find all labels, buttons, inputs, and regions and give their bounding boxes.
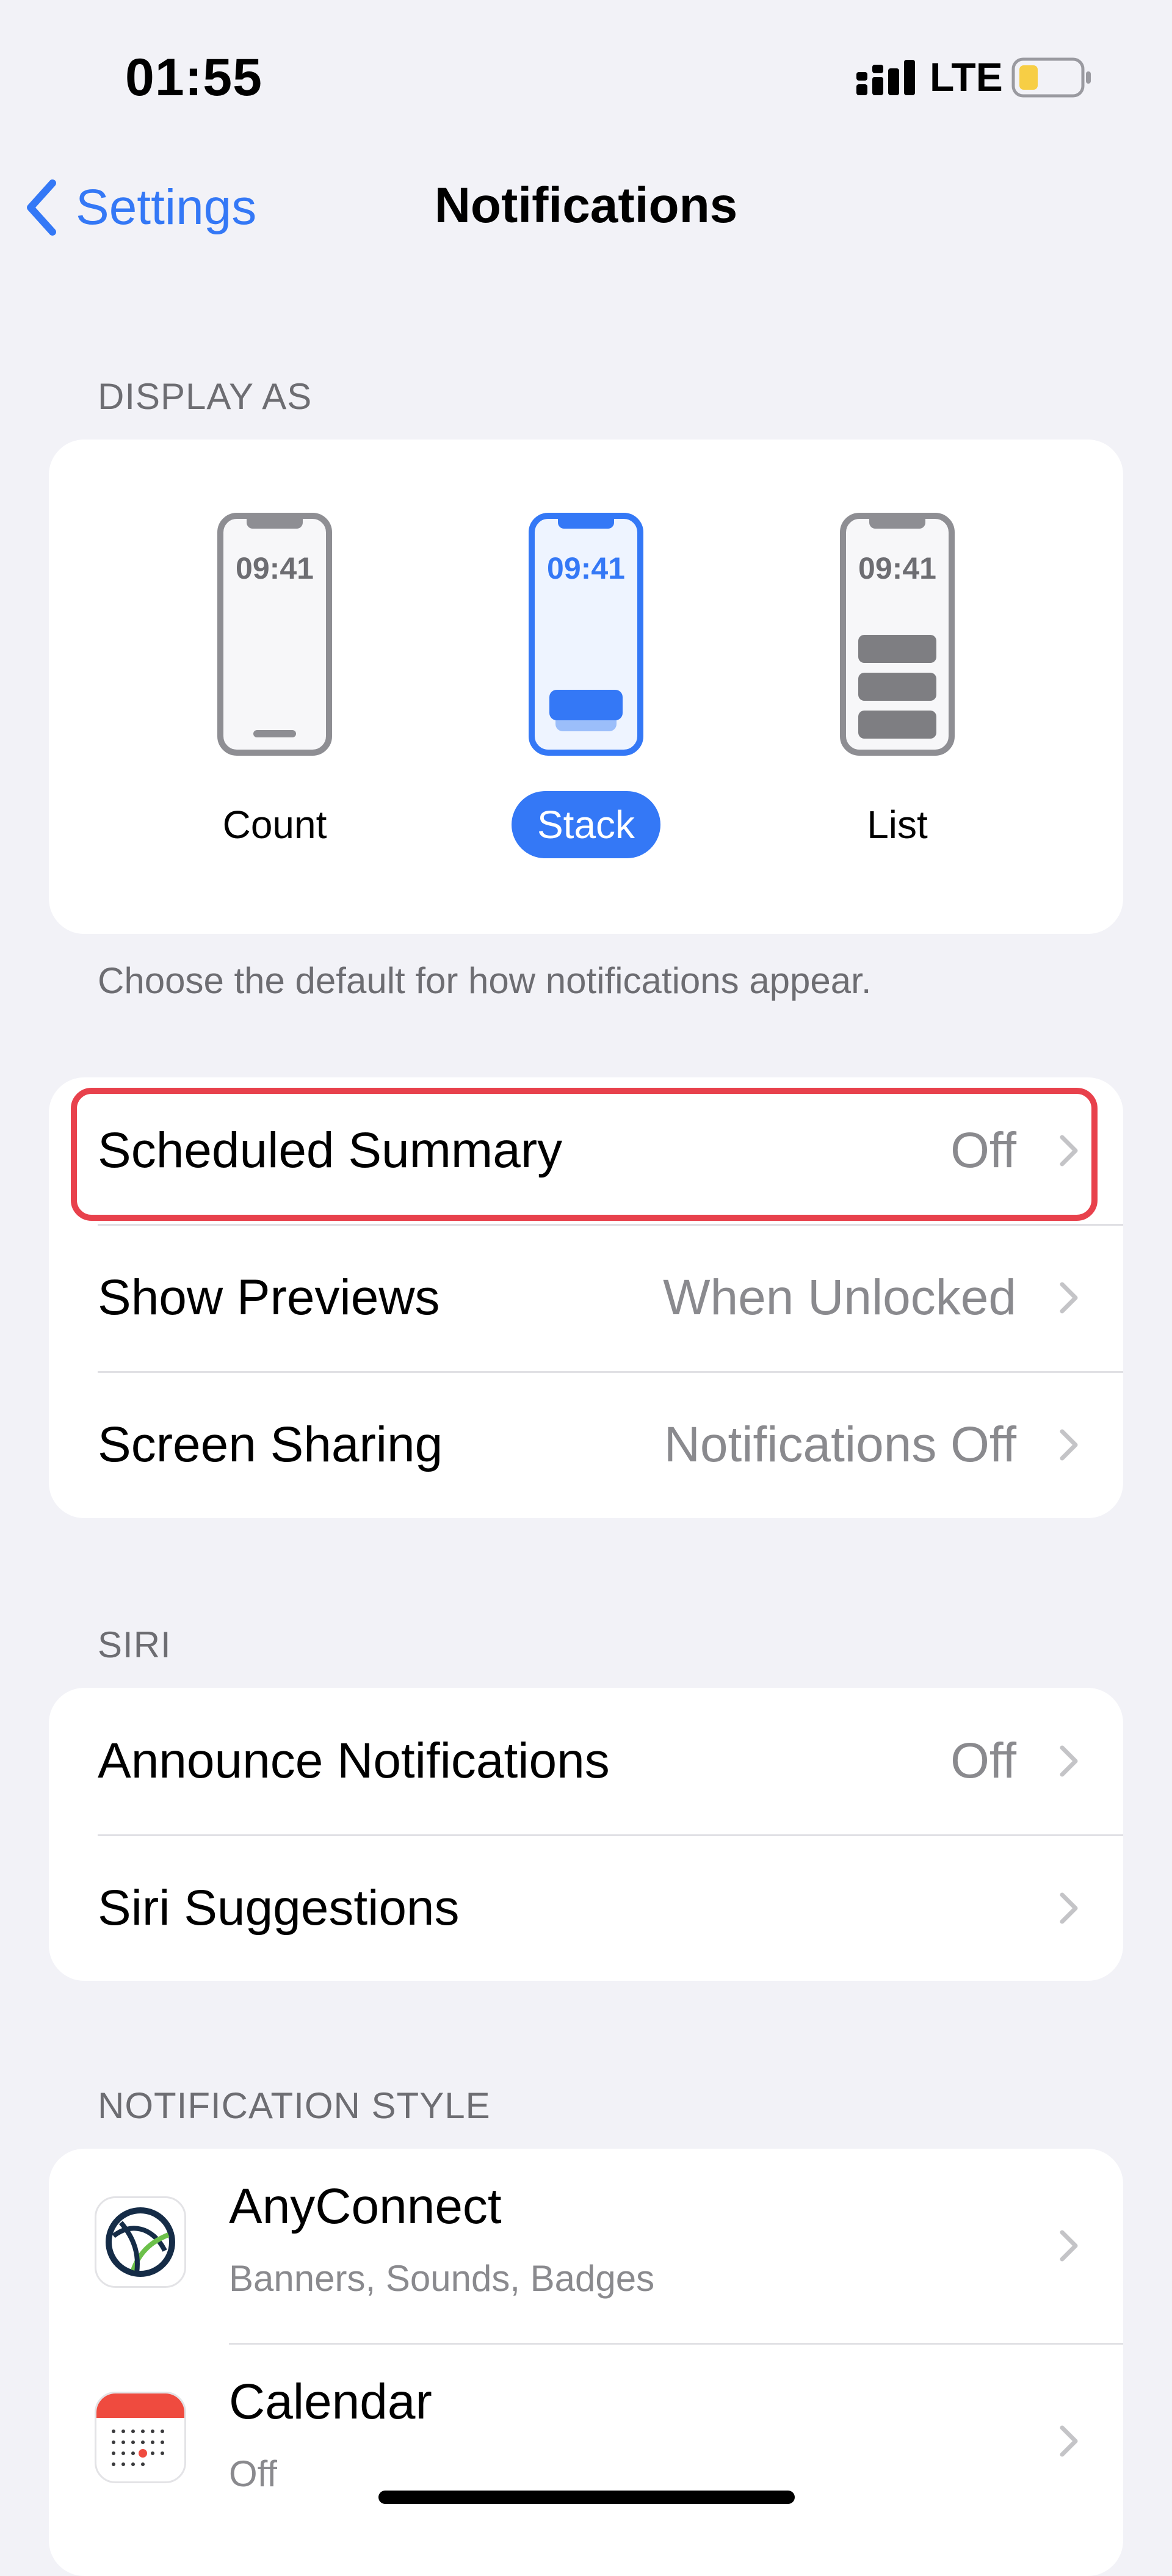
show-previews-row[interactable]: Show Previews When Unlocked	[49, 1225, 1123, 1371]
network-type: LTE	[930, 54, 1003, 99]
screen-sharing-row[interactable]: Screen Sharing Notifications Off	[49, 1372, 1123, 1518]
chevron-right-icon	[1060, 1745, 1078, 1777]
display-option-label: Stack	[511, 791, 661, 858]
app-detail: Banners, Sounds, Badges	[229, 2258, 655, 2299]
app-name: AnyConnect	[229, 2179, 502, 2234]
row-value: When Unlocked	[663, 1270, 1016, 1325]
chevron-right-icon	[1060, 2425, 1078, 2457]
row-value: Off	[950, 1733, 1016, 1789]
list-preview-icon: 09:41	[840, 513, 955, 756]
app-detail: Off	[229, 2453, 277, 2494]
row-label: Announce Notifications	[98, 1733, 610, 1789]
row-value: Notifications Off	[664, 1417, 1016, 1472]
stack-preview-icon: 09:41	[529, 513, 643, 756]
display-as-footer: Choose the default for how notifications…	[98, 960, 872, 1001]
siri-suggestions-row[interactable]: Siri Suggestions	[49, 1835, 1123, 1981]
battery-icon	[1011, 57, 1091, 98]
chevron-right-icon	[1060, 1282, 1078, 1314]
announce-notifications-row[interactable]: Announce Notifications Off	[49, 1688, 1123, 1834]
siri-card: Announce Notifications Off Siri Suggesti…	[49, 1688, 1123, 1981]
display-option-count[interactable]: 09:41 Count	[140, 513, 409, 858]
row-label: Screen Sharing	[98, 1417, 443, 1472]
app-row-anyconnect[interactable]: AnyConnect Banners, Sounds, Badges	[49, 2149, 1123, 2343]
status-time: 01:55	[125, 48, 262, 107]
section-header-notification-style: NOTIFICATION STYLE	[98, 2085, 491, 2126]
display-option-label: List	[867, 803, 928, 847]
highlight-box	[71, 1088, 1098, 1221]
chevron-right-icon	[1060, 1429, 1078, 1461]
display-option-list[interactable]: 09:41 List	[763, 513, 1032, 858]
row-label: Siri Suggestions	[98, 1880, 460, 1936]
chevron-right-icon	[1060, 2230, 1078, 2262]
display-as-card: 09:41 Count 09:41 Stack 09:41 List	[49, 440, 1123, 934]
page-title: Notifications	[434, 178, 738, 233]
section-header-display-as: DISPLAY AS	[98, 376, 313, 417]
anyconnect-icon	[95, 2196, 186, 2288]
row-label: Show Previews	[98, 1270, 440, 1325]
notification-style-card: AnyConnect Banners, Sounds, Badges Calen…	[49, 2149, 1123, 2576]
calendar-icon	[95, 2392, 186, 2483]
home-indicator[interactable]	[378, 2491, 795, 2504]
display-option-label: Count	[222, 803, 327, 847]
app-name: Calendar	[229, 2374, 432, 2429]
section-header-siri: SIRI	[98, 1624, 172, 1665]
signal-icon	[856, 60, 915, 95]
chevron-right-icon	[1060, 1892, 1078, 1924]
display-option-stack[interactable]: 09:41 Stack	[452, 513, 720, 858]
count-preview-icon: 09:41	[217, 513, 332, 756]
app-row-calendar[interactable]: Calendar Off	[49, 2344, 1123, 2538]
